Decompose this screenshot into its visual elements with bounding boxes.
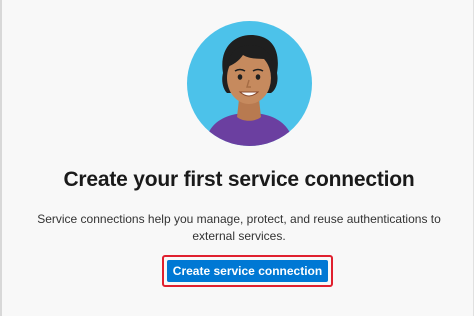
highlight-outline: Create service connection: [162, 255, 333, 287]
create-service-connection-button[interactable]: Create service connection: [167, 260, 328, 282]
person-avatar-icon: [187, 21, 312, 146]
empty-state-title: Create your first service connection: [63, 168, 415, 191]
empty-state-description: Service connections help you manage, pro…: [37, 212, 441, 243]
avatar-right-eye: [255, 74, 261, 80]
service-connections-empty-state: Create your first service connection Ser…: [0, 0, 474, 316]
avatar-left-eye: [237, 74, 243, 80]
avatar-illustration: [187, 21, 312, 146]
